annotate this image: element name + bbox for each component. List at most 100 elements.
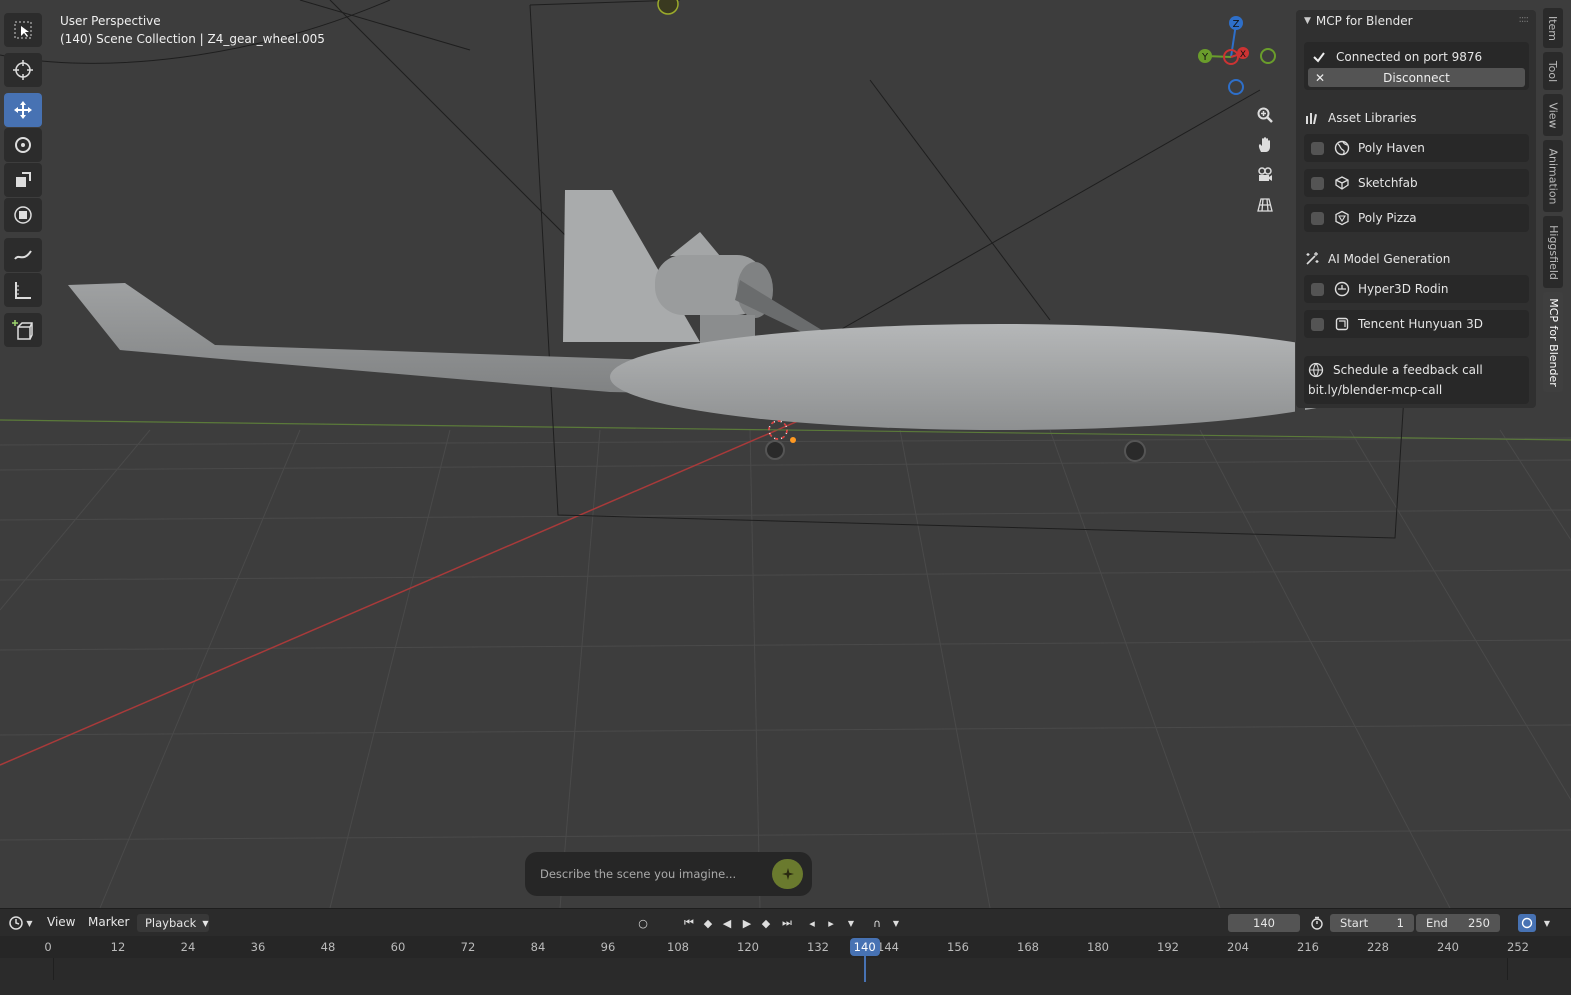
move-icon	[14, 101, 32, 119]
select-box-tool[interactable]	[4, 13, 42, 47]
playback-dropdown[interactable]: Playback ▼	[137, 914, 209, 932]
checkbox-poly-haven[interactable]: Poly Haven	[1304, 134, 1529, 162]
tab-label: Higgsfield	[1546, 224, 1560, 280]
tab-label: MCP for Blender	[1546, 297, 1560, 387]
tool-shelf	[4, 13, 42, 348]
poly-pizza-icon	[1335, 210, 1349, 226]
scale-tool[interactable]	[4, 163, 42, 197]
checkbox[interactable]	[1311, 211, 1324, 225]
sync-button[interactable]	[1518, 914, 1536, 932]
frame-tick-label: 156	[947, 940, 969, 954]
grid-icon	[1257, 198, 1273, 212]
transform-tool[interactable]	[4, 198, 42, 232]
auto-keying-options[interactable]: ▼	[887, 914, 905, 932]
close-icon: ✕	[1315, 70, 1326, 85]
preview-range-button[interactable]	[1308, 914, 1326, 932]
playhead-line[interactable]	[863, 956, 866, 982]
frame-tick-label: 108	[667, 940, 689, 954]
frame-ruler[interactable]: 0 12 24 36 48 60 72 84 96 108 120 132 144 156 168 180 19…	[0, 936, 1571, 958]
playhead-frame-badge[interactable]: 140	[849, 938, 880, 956]
move-tool[interactable]	[4, 93, 42, 127]
connection-status-text: Connected on port 9876	[1336, 50, 1483, 64]
chevron-down-icon: ▼	[847, 918, 855, 928]
editor-type-button[interactable]: ▼	[6, 914, 36, 932]
more-options-button[interactable]: ▼	[842, 914, 860, 932]
checkbox[interactable]	[1311, 282, 1324, 296]
panel-header[interactable]: ▼ MCP for Blender ::::	[1296, 10, 1536, 32]
gizmo-y-label: Y	[1201, 52, 1209, 63]
frame-tick-label: 96	[600, 940, 616, 954]
play-reverse-button[interactable]: ◀	[718, 914, 736, 932]
start-frame-field[interactable]: Start 1	[1330, 914, 1414, 932]
zoom-button[interactable]	[1252, 102, 1278, 128]
3d-viewport[interactable]: User Perspective (140) Scene Collection …	[0, 0, 1571, 908]
checkbox-hyper3d-rodin[interactable]: Hyper3D Rodin	[1304, 275, 1529, 303]
next-marker-button[interactable]: ▸	[822, 914, 840, 932]
end-label: End	[1426, 916, 1448, 930]
feedback-link[interactable]: bit.ly/blender-mcp-call	[1304, 377, 1529, 403]
ai-generation-heading: AI Model Generation	[1304, 249, 1450, 269]
annotate-tool[interactable]	[4, 238, 42, 272]
tab-label: Animation	[1546, 147, 1560, 205]
prev-keyframe-button[interactable]: ◆	[699, 914, 717, 932]
checkbox-poly-pizza[interactable]: Poly Pizza	[1304, 204, 1529, 232]
jump-end-button[interactable]: ⏭	[778, 914, 796, 932]
checkbox-sketchfab[interactable]: Sketchfab	[1304, 169, 1529, 197]
hand-icon	[1258, 137, 1270, 152]
cursor-tool[interactable]	[4, 53, 42, 87]
camera-view-button[interactable]	[1252, 162, 1278, 188]
scale-icon	[16, 172, 31, 187]
rotate-icon	[15, 137, 31, 153]
add-cube-tool[interactable]	[4, 313, 42, 347]
measure-tool[interactable]	[4, 273, 42, 307]
ruler-icon	[15, 282, 31, 299]
checkbox[interactable]	[1311, 176, 1324, 190]
zoom-icon	[1257, 107, 1273, 123]
chevron-down-icon: ▼	[202, 918, 209, 928]
sparkle-icon	[1306, 252, 1319, 265]
camera-icon	[1258, 167, 1272, 181]
globe-icon	[1308, 362, 1324, 378]
generate-button[interactable]	[772, 859, 803, 889]
checkbox-tencent-hunyuan[interactable]: Tencent Hunyuan 3D	[1304, 310, 1529, 338]
end-frame-field[interactable]: End 250	[1416, 914, 1500, 932]
tab-tool[interactable]: Tool	[1543, 52, 1563, 90]
sync-icon	[1521, 917, 1533, 929]
tab-animation[interactable]: Animation	[1543, 140, 1563, 212]
timeline-header: ▼ View Marker Playback ▼ ○ ⏮ ◆ ◀ ▶ ◆ ⏭ ◂…	[0, 908, 1571, 936]
rotate-tool[interactable]	[4, 128, 42, 162]
tencent-hunyuan-label: Tencent Hunyuan 3D	[1358, 317, 1483, 331]
scene-prompt-input[interactable]	[540, 867, 765, 881]
auto-keying-button[interactable]: ∩	[868, 914, 886, 932]
checkbox[interactable]	[1311, 141, 1324, 155]
start-value: 1	[1396, 916, 1404, 930]
mcp-sidebar-panel: ▼ MCP for Blender :::: Connected on port…	[1296, 10, 1536, 408]
jump-end-icon: ⏭	[782, 916, 792, 929]
frame-range	[53, 958, 1508, 980]
tab-higgsfield[interactable]: Higgsfield	[1543, 216, 1563, 288]
sync-options[interactable]: ▼	[1538, 914, 1556, 932]
feedback-call-label: Schedule a feedback call	[1333, 363, 1483, 377]
keying-record-button[interactable]: ○	[634, 914, 652, 932]
next-keyframe-button[interactable]: ◆	[757, 914, 775, 932]
current-frame-field[interactable]: 140	[1228, 914, 1300, 932]
navigation-gizmo[interactable]: Z Y X	[1195, 14, 1280, 99]
select-box-icon	[14, 21, 32, 39]
ai-generation-label: AI Model Generation	[1328, 252, 1451, 266]
play-button[interactable]: ▶	[738, 914, 756, 932]
menu-view[interactable]: View	[47, 915, 75, 929]
tab-view[interactable]: View	[1543, 94, 1563, 136]
menu-marker[interactable]: Marker	[88, 915, 129, 929]
disconnect-button[interactable]: ✕ Disconnect	[1308, 68, 1525, 87]
checkbox[interactable]	[1311, 317, 1324, 331]
gizmo-x-label: X	[1240, 50, 1246, 60]
poly-pizza-label: Poly Pizza	[1358, 211, 1417, 225]
tab-item[interactable]: Item	[1543, 8, 1563, 48]
perspective-toggle-button[interactable]	[1252, 192, 1278, 218]
drag-grip-icon[interactable]: ::::	[1519, 14, 1530, 25]
jump-start-button[interactable]: ⏮	[680, 914, 698, 932]
prev-marker-button[interactable]: ◂	[803, 914, 821, 932]
timeline-track-area[interactable]: 0 12 24 36 48 60 72 84 96 108 120 132 144 156 168 180 19…	[0, 936, 1571, 995]
tab-mcp-for-blender[interactable]: MCP for Blender	[1543, 292, 1563, 392]
pan-button[interactable]	[1252, 132, 1278, 158]
